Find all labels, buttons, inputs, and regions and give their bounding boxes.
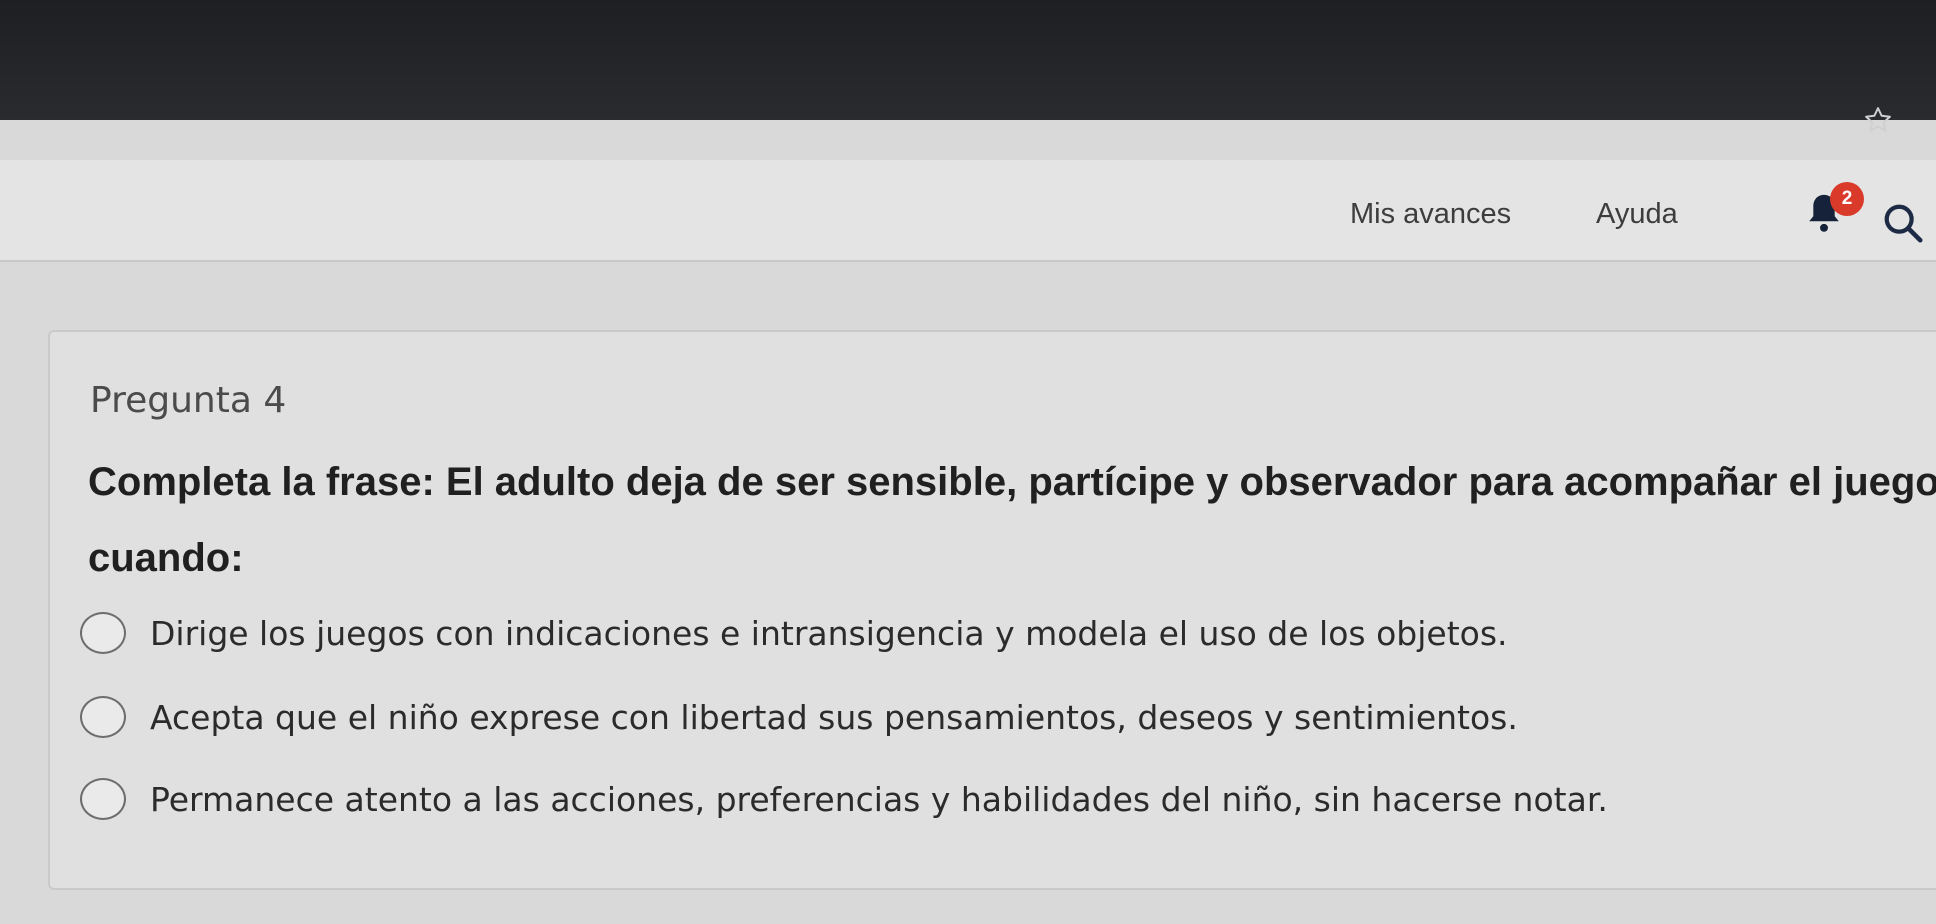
answer-option-2[interactable]: Acepta que el niño exprese con libertad … (80, 696, 1518, 738)
answer-option-label: Acepta que el niño exprese con libertad … (150, 697, 1518, 737)
radio-button[interactable] (80, 696, 126, 738)
answer-option-3[interactable]: Permanece atento a las acciones, prefere… (80, 778, 1608, 820)
notifications-button[interactable]: 2 (1804, 182, 1864, 236)
nav-mis-avances[interactable]: Mis avances (1350, 198, 1511, 231)
question-card: Pregunta 4 Completa la frase: El adulto … (48, 330, 1936, 890)
star-icon (1865, 107, 1891, 132)
nav-ayuda[interactable]: Ayuda (1596, 198, 1678, 231)
notification-badge: 2 (1830, 182, 1864, 216)
search-button[interactable] (1880, 200, 1930, 250)
search-icon (1884, 204, 1923, 243)
browser-toolbar (0, 0, 1936, 132)
answer-option-1[interactable]: Dirige los juegos con indicaciones e int… (80, 612, 1508, 654)
question-text: Completa la frase: El adulto deja de ser… (88, 460, 1936, 580)
answer-option-label: Dirige los juegos con indicaciones e int… (150, 613, 1508, 653)
radio-button[interactable] (80, 778, 126, 820)
bookmark-star-button[interactable] (1860, 102, 1896, 138)
answer-option-label: Permanece atento a las acciones, prefere… (150, 779, 1608, 819)
radio-button[interactable] (80, 612, 126, 654)
site-header: Mis avances Ayuda 2 (0, 160, 1936, 262)
question-number: Pregunta 4 (90, 380, 287, 421)
